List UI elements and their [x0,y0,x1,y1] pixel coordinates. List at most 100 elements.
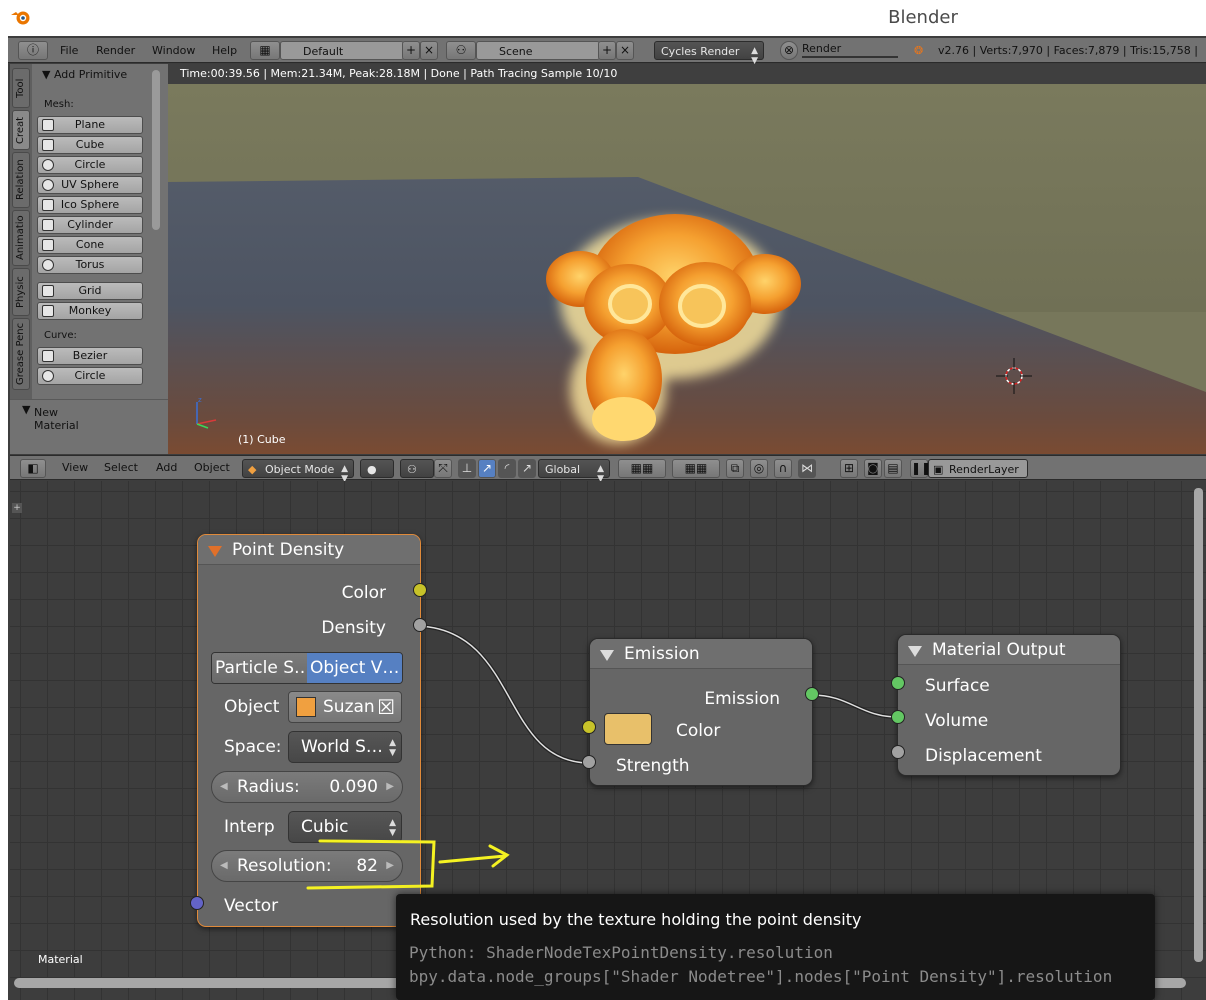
node-editor-vertical-scrollbar[interactable] [1194,488,1203,962]
strength-input-socket[interactable] [582,755,596,769]
active-object-label: (1) Cube [238,433,286,446]
add-ico-sphere-button[interactable]: Ico Sphere [37,196,143,214]
point-density-header[interactable]: Point Density [198,535,420,565]
clapper-render-icon[interactable]: ▤ [884,459,902,478]
layers-grid-icon[interactable]: ▦▦ [618,459,666,478]
translate-manipulator-icon[interactable]: ⊥ [458,459,476,478]
blender-small-icon: ❂ [914,44,924,57]
menu-select[interactable]: Select [104,461,138,474]
tab-animation[interactable]: Animatio [12,210,30,266]
scene-field[interactable]: Scene [476,41,600,60]
emission-output-socket[interactable] [805,687,819,701]
screen-layout-field[interactable]: Default [280,41,404,60]
tool-shelf-scrollbar[interactable] [152,70,160,230]
render-engine-label: Cycles Render [661,45,740,58]
add-grid-button[interactable]: Grid [37,282,143,300]
clear-object-icon[interactable]: ☒ [377,692,395,722]
info-editor-type-button[interactable]: ⓘ [18,41,48,60]
add-primitive-panel-header[interactable]: ▼ Add Primitive [42,68,127,81]
object-picker-field[interactable]: Suzan ☒ [288,691,402,723]
add-scene-icon[interactable]: + [598,41,616,60]
delete-screen-icon[interactable]: × [420,41,438,60]
menu-view[interactable]: View [62,461,88,474]
proportional-edit-icon[interactable]: ◎ [750,459,768,478]
delete-scene-icon[interactable]: × [616,41,634,60]
add-monkey-button[interactable]: Monkey [37,302,143,320]
axes-gizmo-icon: z [196,396,217,429]
add-plane-button[interactable]: Plane [37,116,143,134]
strength-input-label: Strength [616,756,690,776]
scale-manipulator-icon[interactable]: ↗ [518,459,536,478]
pause-render-icon[interactable]: ❚❚ [910,459,931,478]
rotate-manipulator-icon[interactable]: ◜ [498,459,516,478]
manipulator-toggle-icon[interactable]: ⤧ [434,459,452,478]
decrement-arrow-icon[interactable]: ◀ [220,772,228,802]
add-circle-button[interactable]: Circle [37,156,143,174]
tab-grease-pencil[interactable]: Grease Penc [12,318,30,390]
render-layer-dropdown[interactable]: ▣ RenderLayer [928,459,1028,478]
add-uv-sphere-button[interactable]: UV Sphere [37,176,143,194]
editor-type-icon[interactable]: ◧ [20,459,46,478]
emission-node[interactable]: Emission Emission Color Strength [589,638,813,786]
viewport-render-info: Time:00:39.56 | Mem:21.34M, Peak:28.18M … [168,64,1206,84]
snap-icon[interactable]: ∩ [774,459,792,478]
render-engine-dropdown[interactable]: Cycles Render ▲ ▼ [654,41,764,66]
decrement-arrow-icon[interactable]: ◀ [220,851,228,881]
color-swatch[interactable] [604,713,652,745]
render-layer-label: RenderLayer [949,463,1019,476]
cancel-render-icon[interactable]: ⊗ [780,41,798,60]
volume-input-socket[interactable] [891,710,905,724]
menu-add[interactable]: Add [156,461,177,474]
material-output-node[interactable]: Material Output Surface Volume Displacem… [897,634,1121,776]
menu-object[interactable]: Object [194,461,230,474]
vector-input-socket[interactable] [190,896,204,910]
density-output-socket[interactable] [413,618,427,632]
menu-window[interactable]: Window [152,42,195,60]
tab-create[interactable]: Creat [12,110,30,150]
lock-layers-icon[interactable]: ⧉ [726,459,744,478]
displacement-input-label: Displacement [925,746,1042,766]
color-input-socket[interactable] [582,720,596,734]
menu-render[interactable]: Render [96,42,135,60]
add-cone-button[interactable]: Cone [37,236,143,254]
new-material-panel[interactable]: ▼ New Material [10,399,168,454]
add-cylinder-button[interactable]: Cylinder [37,216,143,234]
snap-element-icon[interactable]: ⋈ [798,459,816,478]
color-output-socket[interactable] [413,583,427,597]
emission-header[interactable]: Emission [590,639,812,669]
tab-physics[interactable]: Physic [12,268,30,316]
arrow-manipulator-icon[interactable]: ↗ [478,459,496,478]
menu-file[interactable]: File [60,42,78,60]
screen-layout-icon[interactable]: ▦ [250,41,280,60]
material-output-header[interactable]: Material Output [898,635,1120,665]
add-cube-button[interactable]: Cube [37,136,143,154]
surface-input-label: Surface [925,676,990,696]
menu-help[interactable]: Help [212,42,237,60]
add-bezier-button[interactable]: Bezier [37,347,143,365]
scene-icon[interactable]: ⚇ [446,41,476,60]
info-header: ⓘ File Render Window Help ▦ Default + × … [8,38,1206,75]
viewport-shading-dropdown[interactable]: ● [360,459,394,478]
add-screen-icon[interactable]: + [402,41,420,60]
curve-label: Curve: [44,330,77,341]
radius-field[interactable]: ◀ Radius: 0.090 ▶ [211,771,403,803]
displacement-input-socket[interactable] [891,745,905,759]
layers-grid-2-icon[interactable]: ▦▦ [672,459,720,478]
tab-relations[interactable]: Relation [12,152,30,208]
object-mode-dropdown[interactable]: ◆ Object Mode ▲ ▼ [242,459,354,484]
add-curve-circle-button[interactable]: Circle [37,367,143,385]
pivot-point-dropdown[interactable]: ⚇ [400,459,434,478]
cylinder-icon [42,219,54,231]
camera-render-icon[interactable]: ◙ [864,459,882,478]
opengl-render-icon[interactable]: ⊞ [840,459,858,478]
add-torus-button[interactable]: Torus [37,256,143,274]
3d-viewport[interactable]: Time:00:39.56 | Mem:21.34M, Peak:28.18M … [10,64,1206,454]
particle-system-tab[interactable]: Particle S… [212,653,307,683]
tab-tool[interactable]: Tool [12,68,30,108]
render-preview [168,82,1206,454]
space-dropdown[interactable]: World S… ▲ ▼ [288,731,402,763]
increment-arrow-icon[interactable]: ▶ [386,772,394,802]
surface-input-socket[interactable] [891,676,905,690]
object-vertices-tab[interactable]: Object V… [307,653,402,683]
transform-orientation-dropdown[interactable]: Global ▲ ▼ [538,459,610,484]
